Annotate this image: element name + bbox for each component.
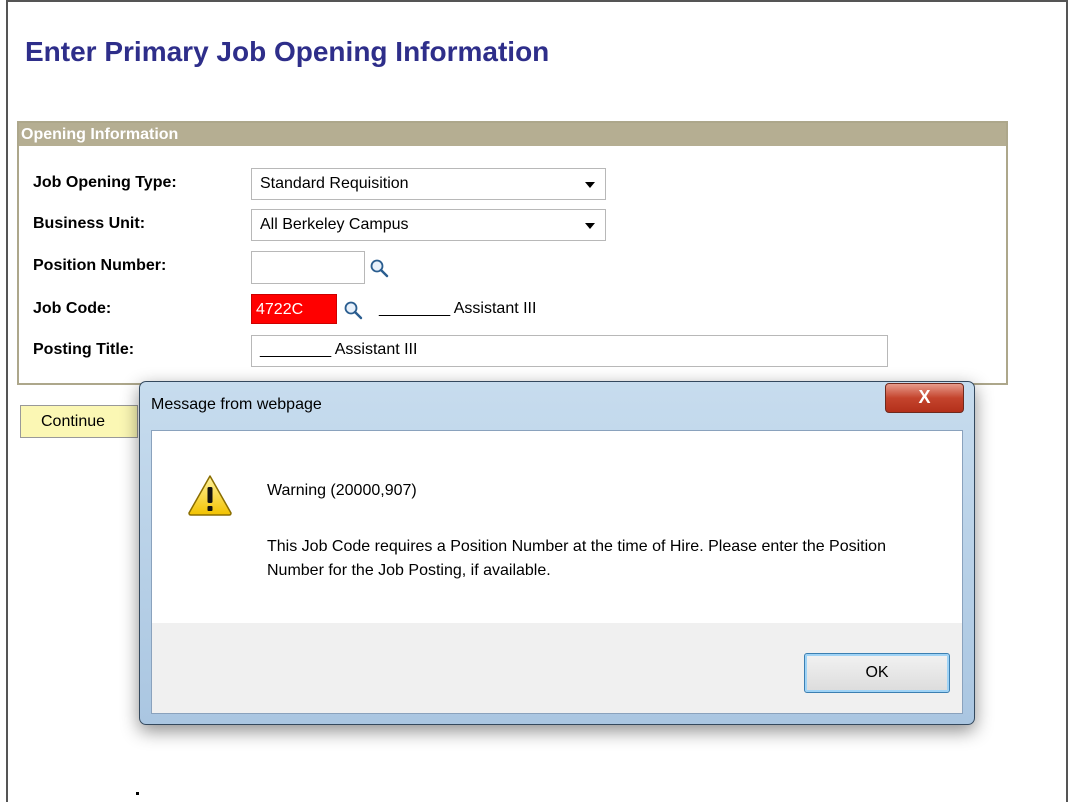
position-number-input[interactable] (251, 251, 365, 284)
job-opening-type-select[interactable]: Standard Requisition (251, 168, 606, 200)
business-unit-value: All Berkeley Campus (260, 216, 409, 233)
business-unit-label: Business Unit: (33, 215, 146, 232)
posting-title-label: Posting Title: (33, 341, 135, 358)
continue-button[interactable]: Continue (20, 405, 138, 438)
message-dialog: Message from webpage X Warning (20000,90… (139, 381, 975, 725)
close-icon: X (918, 387, 931, 407)
lookup-magnifier-icon[interactable] (343, 300, 363, 320)
job-opening-type-value: Standard Requisition (260, 175, 409, 192)
close-button[interactable]: X (885, 383, 964, 413)
position-number-label: Position Number: (33, 257, 167, 274)
dialog-body: Warning (20000,907) This Job Code requir… (151, 430, 963, 714)
warning-heading: Warning (20000,907) (267, 482, 417, 499)
job-code-label: Job Code: (33, 300, 112, 317)
ok-button[interactable]: OK (804, 653, 950, 693)
section-header: Opening Information (19, 123, 1006, 146)
business-unit-select[interactable]: All Berkeley Campus (251, 209, 606, 241)
job-opening-type-label: Job Opening Type: (33, 174, 177, 191)
chevron-down-icon (585, 182, 595, 188)
chevron-down-icon (585, 223, 595, 229)
stray-dot (136, 792, 139, 795)
page-title: Enter Primary Job Opening Information (25, 36, 550, 67)
warning-icon (188, 475, 232, 516)
warning-message: This Job Code requires a Position Number… (267, 538, 886, 579)
opening-information-section: Opening Information Job Opening Type: St… (17, 121, 1008, 385)
job-code-description: ________ Assistant III (379, 300, 537, 317)
dialog-title: Message from webpage (151, 396, 322, 413)
job-code-input[interactable]: 4722C (251, 294, 337, 324)
lookup-magnifier-icon[interactable] (369, 258, 389, 278)
posting-title-input[interactable]: ________ Assistant III (251, 335, 888, 367)
